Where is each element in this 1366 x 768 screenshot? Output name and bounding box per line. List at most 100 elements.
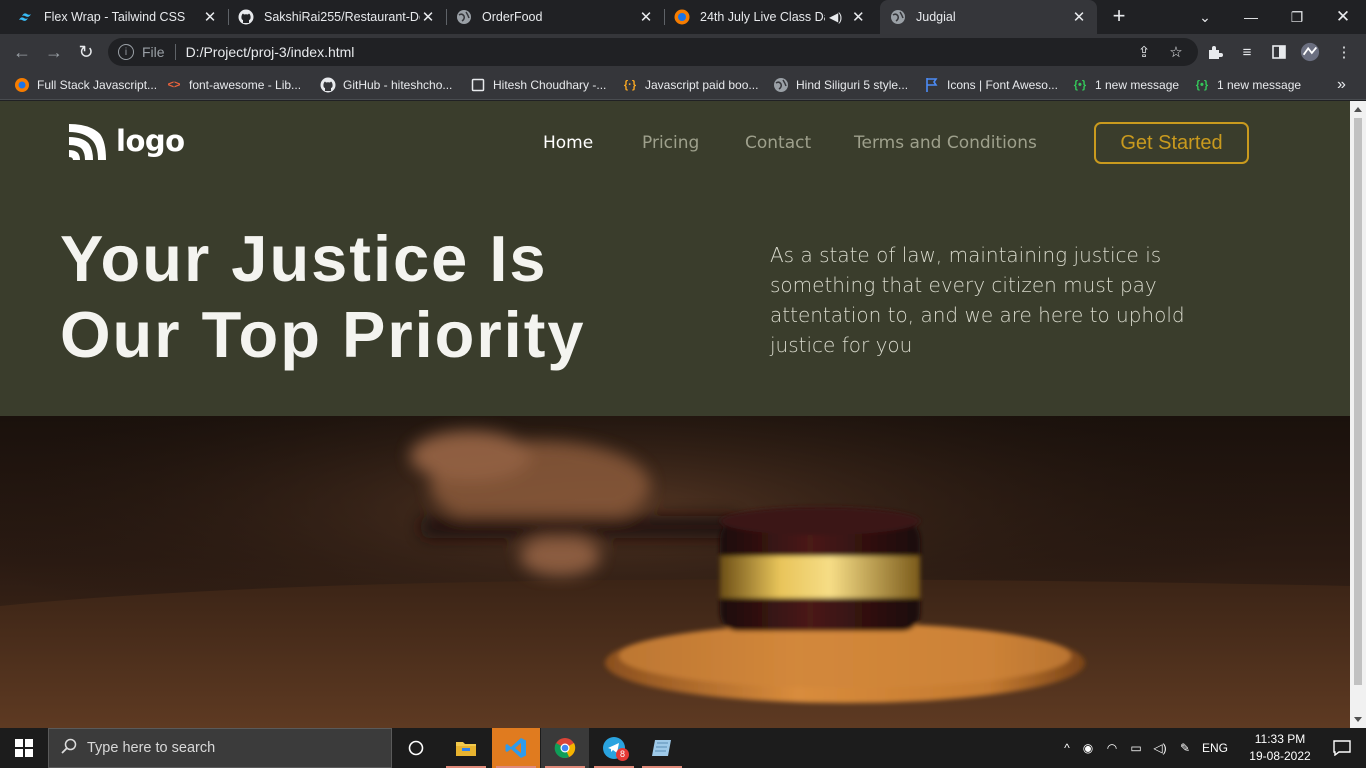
bookmark-label: Hitesh Choudhary -... bbox=[493, 78, 607, 92]
search-icon bbox=[61, 738, 77, 758]
bookmark-item[interactable]: {•} 1 new message bbox=[1072, 76, 1179, 94]
minimize-button[interactable]: — bbox=[1228, 0, 1274, 34]
hero-description: As a state of law, maintaining justice i… bbox=[770, 243, 1185, 357]
scroll-up-icon[interactable] bbox=[1354, 107, 1362, 112]
bookmark-item[interactable]: Hitesh Choudhary -... bbox=[470, 76, 606, 94]
notifications-icon[interactable] bbox=[1318, 728, 1366, 768]
braces-icon: {·} bbox=[623, 79, 637, 91]
tab-title: 24th July Live Class Day 1 bbox=[700, 10, 825, 24]
address-bar[interactable]: i File D:/Project/proj-3/index.html bbox=[108, 38, 1198, 66]
forward-button[interactable]: → bbox=[42, 40, 66, 64]
info-icon[interactable]: i bbox=[118, 44, 134, 60]
chrome-icon[interactable] bbox=[541, 728, 589, 768]
bookmark-label: Hind Siliguri 5 style... bbox=[796, 78, 909, 92]
telegram-badge: 8 bbox=[616, 748, 629, 761]
tab-title: OrderFood bbox=[482, 10, 543, 24]
scroll-down-icon[interactable] bbox=[1354, 717, 1362, 722]
github-icon bbox=[238, 9, 254, 25]
bookmark-label: Javascript paid boo... bbox=[645, 78, 759, 92]
tab-orderfood[interactable]: OrderFood ✕ bbox=[446, 0, 664, 34]
page-scrollbar[interactable] bbox=[1350, 101, 1366, 728]
clock-time: 11:33 PM bbox=[1254, 732, 1306, 746]
close-icon[interactable]: ✕ bbox=[638, 8, 654, 26]
close-window-button[interactable]: ✕ bbox=[1320, 0, 1366, 34]
restore-button[interactable]: ❐ bbox=[1274, 0, 1320, 34]
tab-strip: Flex Wrap - Tailwind CSS ✕ SakshiRai255/… bbox=[0, 0, 1366, 34]
wifi-icon[interactable]: ◠ bbox=[1100, 741, 1124, 755]
nav-terms[interactable]: Terms and Conditions bbox=[854, 133, 1037, 153]
reload-button[interactable]: ↻ bbox=[74, 40, 98, 64]
globe-icon bbox=[773, 77, 789, 93]
tab-search-button[interactable]: ⌄ bbox=[1182, 0, 1228, 34]
flag-icon bbox=[924, 77, 940, 93]
language-indicator[interactable]: ENG bbox=[1198, 741, 1232, 755]
close-icon[interactable]: ✕ bbox=[1071, 8, 1087, 26]
orange-circle-icon bbox=[14, 77, 30, 93]
close-icon[interactable]: ✕ bbox=[850, 8, 866, 26]
pen-icon[interactable]: ✎ bbox=[1172, 741, 1198, 755]
system-clock[interactable]: 11:33 PM 19-08-2022 bbox=[1244, 731, 1316, 765]
get-started-button[interactable]: Get Started bbox=[1094, 122, 1249, 164]
volume-icon[interactable]: ◁) bbox=[1148, 741, 1172, 755]
nav-contact[interactable]: Contact bbox=[745, 133, 811, 153]
gavel-hero-image bbox=[0, 416, 1350, 728]
github-icon bbox=[320, 77, 336, 93]
share-icon[interactable]: ⇪ bbox=[1134, 42, 1154, 62]
bookmark-label: 1 new message bbox=[1217, 78, 1302, 92]
bookmark-item[interactable]: Hind Siliguri 5 style... bbox=[773, 76, 908, 94]
tab-restaurant[interactable]: SakshiRai255/Restaurant-Del ✕ bbox=[228, 0, 446, 34]
bookmark-item[interactable]: {·} Javascript paid boo... bbox=[622, 76, 759, 94]
globe-icon bbox=[456, 9, 472, 25]
tailwind-icon bbox=[18, 9, 34, 25]
notepad-icon[interactable] bbox=[638, 728, 686, 768]
side-panel-icon[interactable] bbox=[1269, 42, 1289, 62]
square-icon bbox=[470, 77, 486, 93]
taskbar-search-input[interactable]: Type here to search bbox=[48, 728, 392, 768]
scroll-thumb[interactable] bbox=[1354, 118, 1362, 685]
site-logo[interactable]: logo bbox=[66, 120, 185, 162]
rss-logo-icon bbox=[69, 124, 106, 160]
bookmark-label: Icons | Font Aweso... bbox=[947, 78, 1058, 92]
bookmark-label: GitHub - hiteshcho... bbox=[343, 78, 453, 92]
tab-title: SakshiRai255/Restaurant-Del bbox=[264, 10, 420, 24]
tab-live-class[interactable]: 24th July Live Class Day 1 ◀) ✕ bbox=[664, 0, 880, 34]
extensions-icon[interactable] bbox=[1205, 42, 1225, 62]
bookmark-item[interactable]: {•} 1 new message bbox=[1194, 76, 1301, 94]
nav-pricing[interactable]: Pricing bbox=[642, 133, 699, 153]
tab-title: Flex Wrap - Tailwind CSS bbox=[44, 10, 186, 24]
address-url: D:/Project/proj-3/index.html bbox=[185, 44, 355, 60]
bookmark-item[interactable]: Icons | Font Aweso... bbox=[924, 76, 1058, 94]
search-placeholder: Type here to search bbox=[87, 740, 216, 756]
task-view-button[interactable] bbox=[392, 728, 440, 768]
tab-judgial[interactable]: Judgial ✕ bbox=[880, 0, 1097, 34]
bookmarks-overflow-button[interactable]: » bbox=[1337, 76, 1346, 94]
bookmark-item[interactable]: GitHub - hiteshcho... bbox=[320, 76, 452, 94]
webcam-icon[interactable]: ◉ bbox=[1076, 741, 1100, 755]
speaker-icon[interactable]: ◀) bbox=[829, 10, 842, 24]
tab-flex-wrap[interactable]: Flex Wrap - Tailwind CSS ✕ bbox=[8, 0, 228, 34]
vscode-icon[interactable] bbox=[492, 728, 540, 768]
bookmark-star-icon[interactable]: ☆ bbox=[1166, 42, 1186, 62]
bookmark-item[interactable]: <> font-awesome - Lib... bbox=[166, 76, 302, 94]
logo-text: logo bbox=[116, 124, 185, 158]
nav-home[interactable]: Home bbox=[543, 133, 593, 153]
telegram-icon[interactable]: 8 bbox=[590, 728, 638, 768]
chevron-up-icon[interactable]: ^ bbox=[1058, 741, 1076, 755]
media-control-icon[interactable]: ≡ bbox=[1237, 42, 1257, 62]
site-header: logo Home Pricing Contact Terms and Cond… bbox=[0, 101, 1350, 185]
more-menu-icon[interactable]: ⋮ bbox=[1334, 42, 1354, 62]
bookmark-item[interactable]: Full Stack Javascript... bbox=[14, 76, 157, 94]
live-class-icon bbox=[674, 9, 690, 25]
close-icon[interactable]: ✕ bbox=[420, 8, 436, 26]
back-button[interactable]: ← bbox=[10, 40, 34, 64]
close-icon[interactable]: ✕ bbox=[202, 8, 218, 26]
new-tab-button[interactable]: + bbox=[1108, 5, 1130, 28]
hero-title-line1: Your Justice Is bbox=[60, 222, 548, 295]
battery-icon[interactable]: ▭ bbox=[1124, 741, 1148, 755]
bookmark-label: font-awesome - Lib... bbox=[189, 78, 302, 92]
file-explorer-icon[interactable] bbox=[442, 728, 490, 768]
windows-taskbar: Type here to search 8 ^ ◉ ◠ ▭ ◁) ✎ ENG 1… bbox=[0, 728, 1366, 768]
browser-toolbar: ← → ↻ i File D:/Project/proj-3/index.htm… bbox=[0, 34, 1366, 70]
windows-start-button[interactable] bbox=[0, 728, 48, 768]
profile-avatar[interactable] bbox=[1300, 42, 1320, 62]
